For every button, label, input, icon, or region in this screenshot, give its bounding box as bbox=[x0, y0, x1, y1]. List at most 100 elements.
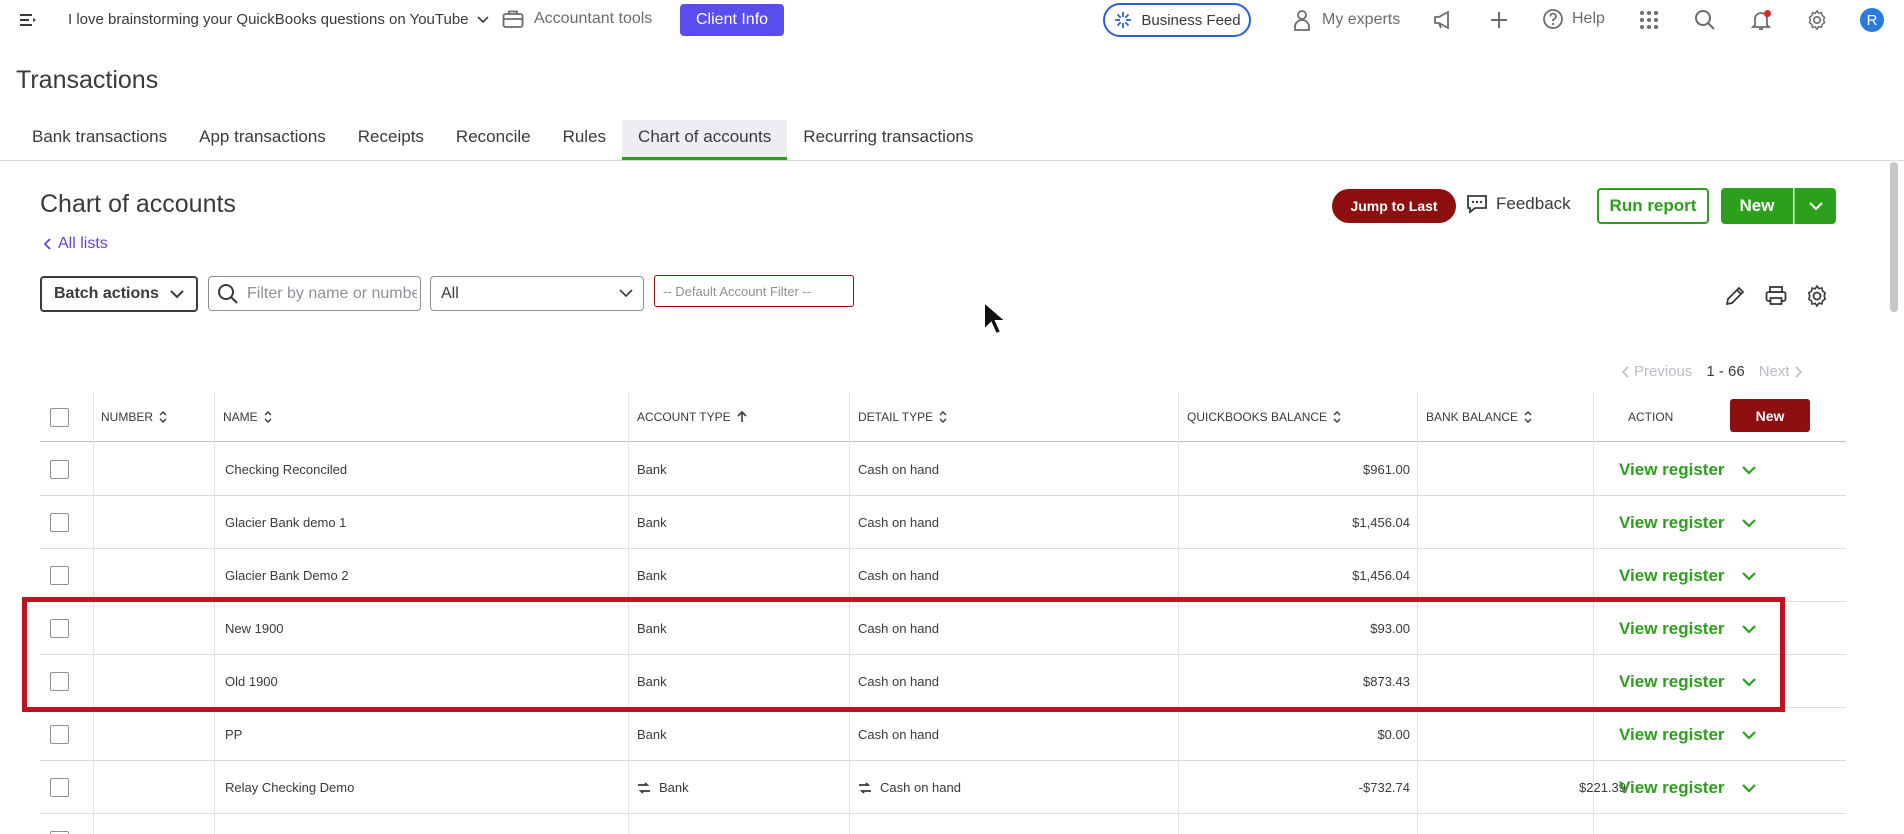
view-register-link[interactable]: View register bbox=[1619, 549, 1725, 602]
row-actions-chevron-down-icon[interactable] bbox=[1740, 461, 1758, 479]
sort-icon bbox=[159, 411, 167, 423]
row-checkbox[interactable] bbox=[50, 513, 69, 532]
chevron-down-icon bbox=[619, 289, 633, 298]
table-new-account-button[interactable]: New bbox=[1730, 399, 1810, 432]
business-feed-button[interactable]: Business Feed bbox=[1103, 3, 1251, 37]
table-row: Glacier Bank Demo 2 Bank Cash on hand $1,45… bbox=[40, 549, 1846, 602]
row-detail-type-label: Cash on hand bbox=[858, 515, 939, 530]
chevron-down-icon bbox=[170, 289, 184, 298]
feedback-button[interactable]: Feedback bbox=[1466, 194, 1571, 214]
sort-icon bbox=[1333, 411, 1341, 423]
row-detail-type: Cash on hand bbox=[858, 496, 939, 549]
tab-bank-transactions[interactable]: Bank transactions bbox=[16, 120, 183, 160]
help-button[interactable]: Help bbox=[1542, 8, 1605, 30]
filter-search-field bbox=[208, 276, 421, 311]
page-scrollbar[interactable] bbox=[1890, 162, 1898, 312]
row-account-type-label: Bank bbox=[637, 568, 667, 583]
client-info-button[interactable]: Client Info bbox=[680, 4, 785, 36]
user-avatar[interactable]: R bbox=[1860, 8, 1884, 32]
tab-recurring-transactions[interactable]: Recurring transactions bbox=[787, 120, 989, 160]
row-checkbox[interactable] bbox=[50, 566, 69, 585]
mouse-cursor-icon bbox=[983, 300, 1008, 336]
sort-ascending-arrow-icon bbox=[737, 411, 747, 422]
expert-person-icon bbox=[1294, 10, 1310, 31]
tab-receipts[interactable]: Receipts bbox=[342, 120, 440, 160]
header-bank-balance-label: BANK BALANCE bbox=[1426, 410, 1519, 424]
help-label: Help bbox=[1572, 10, 1605, 27]
view-register-link[interactable]: View register bbox=[1619, 496, 1725, 549]
new-account-button[interactable]: New bbox=[1721, 188, 1793, 224]
row-quickbooks-balance: $961.00 bbox=[1363, 462, 1410, 477]
edit-pencil-icon[interactable] bbox=[1723, 284, 1747, 308]
row-bank-balance bbox=[1420, 549, 1626, 602]
new-account-dropdown-button[interactable] bbox=[1794, 188, 1836, 224]
row-quickbooks-balance: $1,456.04 bbox=[1352, 568, 1410, 583]
row-checkbox[interactable] bbox=[50, 725, 69, 744]
row-detail-type-label: Cash on hand bbox=[880, 780, 961, 795]
row-actions-chevron-down-icon[interactable] bbox=[1740, 779, 1758, 797]
sort-icon bbox=[264, 411, 272, 423]
batch-actions-label: Batch actions bbox=[54, 285, 159, 302]
chevron-right-icon bbox=[1794, 365, 1802, 378]
all-lists-link[interactable]: All lists bbox=[44, 235, 108, 253]
row-checkbox[interactable] bbox=[50, 778, 69, 797]
header-name[interactable]: NAME bbox=[223, 392, 272, 442]
header-detail-type[interactable]: DETAIL TYPE bbox=[858, 392, 947, 442]
account-type-select[interactable]: All bbox=[430, 276, 644, 311]
row-actions-chevron-down-icon[interactable] bbox=[1740, 726, 1758, 744]
header-quickbooks-balance[interactable]: QUICKBOOKS BALANCE bbox=[1187, 392, 1341, 442]
header-bank-balance[interactable]: BANK BALANCE bbox=[1426, 392, 1532, 442]
filter-search-input[interactable] bbox=[247, 284, 417, 303]
tab-reconcile[interactable]: Reconcile bbox=[440, 120, 547, 160]
jump-to-last-button[interactable]: Jump to Last bbox=[1332, 189, 1456, 223]
default-account-filter-select[interactable]: -- Default Account Filter -- bbox=[654, 275, 854, 307]
row-detail-type: Cash on hand bbox=[858, 443, 939, 496]
tab-chart-of-accounts[interactable]: Chart of accounts bbox=[622, 120, 788, 160]
my-experts-label: My experts bbox=[1322, 11, 1401, 28]
row-account-type-label: Bank bbox=[637, 515, 667, 530]
row-account-type: Bank bbox=[637, 708, 667, 761]
transactions-tabs: Bank transactions App transactions Recei… bbox=[16, 120, 989, 162]
megaphone-icon[interactable] bbox=[1432, 9, 1454, 31]
tabs-divider bbox=[0, 160, 1904, 161]
apps-grid-icon[interactable] bbox=[1638, 9, 1660, 31]
row-checkbox[interactable] bbox=[50, 460, 69, 479]
pagination: Previous 1 - 66 Next bbox=[1622, 363, 1802, 380]
view-register-link[interactable]: View register bbox=[1619, 443, 1725, 496]
menu-collapse-icon[interactable] bbox=[18, 10, 38, 30]
search-icon bbox=[218, 283, 238, 304]
chevron-left-icon bbox=[1622, 365, 1629, 378]
my-experts-button[interactable]: My experts bbox=[1292, 9, 1400, 31]
view-register-link[interactable]: View register bbox=[1619, 761, 1725, 814]
row-actions-chevron-down-icon[interactable] bbox=[1740, 514, 1758, 532]
search-icon[interactable] bbox=[1694, 9, 1716, 31]
next-page-button[interactable]: Next bbox=[1759, 363, 1802, 380]
settings-gear-icon[interactable] bbox=[1806, 9, 1828, 31]
row-actions-chevron-down-icon[interactable] bbox=[1740, 567, 1758, 585]
view-register-link[interactable]: View register bbox=[1619, 708, 1725, 761]
run-report-button[interactable]: Run report bbox=[1597, 188, 1709, 224]
bank-link-icon bbox=[859, 781, 871, 794]
row-detail-type: Cash on hand bbox=[858, 549, 939, 602]
tab-rules[interactable]: Rules bbox=[547, 120, 622, 160]
row-account-type-label: Bank bbox=[659, 780, 689, 795]
select-all-checkbox[interactable] bbox=[50, 408, 69, 427]
header-qb-balance-label: QUICKBOOKS BALANCE bbox=[1187, 410, 1328, 424]
previous-page-button[interactable]: Previous bbox=[1622, 363, 1692, 380]
batch-actions-dropdown[interactable]: Batch actions bbox=[40, 276, 198, 312]
header-account-type[interactable]: ACCOUNT TYPE bbox=[637, 392, 747, 442]
table-settings-gear-icon[interactable] bbox=[1805, 284, 1829, 308]
feedback-label: Feedback bbox=[1496, 194, 1571, 213]
company-switcher[interactable]: I love brainstorming your QuickBooks que… bbox=[68, 11, 489, 28]
accounts-table-header: NUMBER NAME ACCOUNT TYPE DETAIL TYPE QUI… bbox=[40, 392, 1846, 442]
sparkle-icon bbox=[1115, 12, 1132, 28]
section-title: Chart of accounts bbox=[40, 190, 236, 218]
header-detail-type-label: DETAIL TYPE bbox=[858, 410, 934, 424]
tab-app-transactions[interactable]: App transactions bbox=[183, 120, 342, 160]
sort-icon bbox=[939, 411, 947, 423]
header-number[interactable]: NUMBER bbox=[101, 392, 167, 442]
plus-icon[interactable] bbox=[1488, 9, 1510, 31]
print-icon[interactable] bbox=[1764, 284, 1788, 308]
accountant-tools-button[interactable]: Accountant tools bbox=[502, 9, 652, 29]
row-account-type: Bank bbox=[637, 549, 667, 602]
